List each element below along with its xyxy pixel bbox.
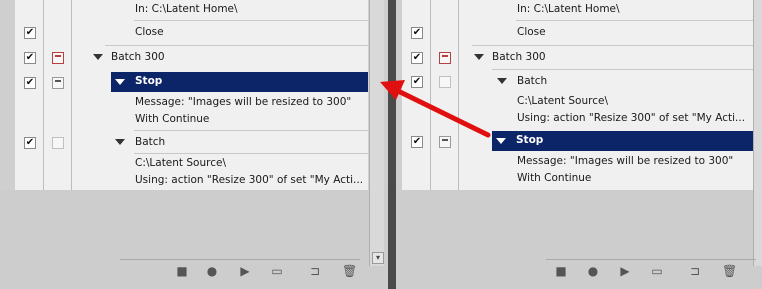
scroll-down-icon[interactable]: ▾	[372, 252, 384, 264]
list-item[interactable]: ✔ Close	[402, 22, 754, 44]
expand-triangle-icon[interactable]	[474, 54, 484, 60]
step-detail-text: Using: action "Resize 300" of set "My Ac…	[517, 112, 746, 124]
stop-icon[interactable]: ■	[175, 264, 189, 278]
step-detail-text: With Continue	[517, 172, 592, 184]
toggle-checkbox[interactable]: ✔	[24, 77, 36, 89]
action-step-label: Batch	[517, 75, 548, 87]
actions-panel-right: In: C:\Latent Home\ ✔ Close ✔ Batch 300 …	[396, 0, 762, 289]
action-step-label: Batch	[135, 136, 166, 148]
list-item[interactable]: ✔ Close	[15, 22, 368, 44]
dialog-toggle-icon[interactable]	[439, 52, 451, 64]
expand-triangle-icon[interactable]	[93, 54, 103, 60]
list-item[interactable]: ✔ Batch 300	[15, 47, 368, 69]
row-divider	[134, 20, 368, 21]
toggle-checkbox[interactable]: ✔	[24, 137, 36, 149]
expand-triangle-icon[interactable]	[497, 78, 507, 84]
action-step-label: Close	[517, 26, 546, 38]
row-divider	[134, 130, 368, 131]
action-name: Batch 300	[492, 51, 546, 63]
list-item: ✔	[15, 72, 111, 94]
play-icon[interactable]: ▶	[618, 264, 632, 278]
step-detail-text: With Continue	[135, 113, 210, 125]
list-item: With Continue	[15, 110, 368, 132]
expand-triangle-icon[interactable]	[115, 79, 125, 85]
list-item[interactable]: ✔ Batch	[402, 71, 754, 93]
row-divider	[492, 69, 754, 70]
list-item: With Continue	[402, 170, 754, 192]
dialog-toggle-icon[interactable]	[439, 136, 451, 148]
list-item[interactable]: ✔ Batch 300	[402, 47, 754, 69]
action-name: Batch 300	[111, 51, 165, 63]
action-step-label: Stop	[516, 134, 544, 146]
stop-icon[interactable]: ■	[554, 264, 568, 278]
new-set-icon[interactable]: ▭	[270, 264, 284, 278]
trash-icon[interactable]: 🗑	[722, 264, 737, 278]
step-detail-text: Using: action "Resize 300" of set "My Ac…	[135, 174, 364, 186]
vertical-scrollbar[interactable]	[753, 0, 762, 266]
toggle-checkbox[interactable]: ✔	[411, 76, 423, 88]
dialog-toggle-icon[interactable]	[52, 77, 64, 89]
action-step-label: In: C:\Latent Home\	[517, 3, 620, 15]
row-divider	[134, 153, 368, 154]
panel-toolbar: ■ ● ▶ ▭ ⊐ 🗑	[120, 259, 360, 284]
row-divider	[105, 45, 368, 46]
action-step-label: In: C:\Latent Home\	[135, 3, 238, 15]
action-step-label: Stop	[135, 75, 163, 87]
action-step-label: Close	[135, 26, 164, 38]
selected-step-row[interactable]: Stop	[111, 72, 368, 92]
actions-panel-left: In: C:\Latent Home\ ✔ Close ✔ Batch 300 …	[0, 0, 389, 289]
step-detail-text: C:\Latent Source\	[517, 95, 608, 107]
actions-list-right: In: C:\Latent Home\ ✔ Close ✔ Batch 300 …	[402, 0, 754, 190]
panel-toolbar: ■ ● ▶ ▭ ⊐ 🗑	[546, 259, 756, 284]
step-detail-text: Message: "Images will be resized to 300"	[517, 155, 734, 167]
dialog-toggle-icon[interactable]	[52, 137, 64, 149]
trash-icon[interactable]: 🗑	[342, 264, 357, 278]
record-icon[interactable]: ●	[586, 264, 600, 278]
vertical-scrollbar[interactable]: ▾	[369, 0, 384, 266]
new-action-icon[interactable]: ⊐	[308, 264, 322, 278]
row-divider	[516, 20, 754, 21]
list-item: ✔	[402, 131, 492, 153]
toggle-checkbox[interactable]: ✔	[24, 52, 36, 64]
toggle-checkbox[interactable]: ✔	[411, 136, 423, 148]
new-set-icon[interactable]: ▭	[650, 264, 664, 278]
expand-triangle-icon[interactable]	[496, 138, 506, 144]
step-detail-text: C:\Latent Source\	[135, 157, 226, 169]
list-item[interactable]: ✔ Batch	[15, 132, 368, 154]
step-detail-text: Message: "Images will be resized to 300"	[135, 96, 352, 108]
row-divider	[472, 45, 754, 46]
new-action-icon[interactable]: ⊐	[688, 264, 702, 278]
list-item: Using: action "Resize 300" of set "My Ac…	[402, 110, 754, 132]
dialog-toggle-icon[interactable]	[52, 52, 64, 64]
selected-step-row[interactable]: Stop	[492, 131, 754, 151]
expand-triangle-icon[interactable]	[115, 139, 125, 145]
record-icon[interactable]: ●	[205, 264, 219, 278]
toggle-checkbox[interactable]: ✔	[24, 27, 36, 39]
panel-divider	[388, 0, 396, 289]
toggle-checkbox[interactable]: ✔	[411, 52, 423, 64]
toggle-checkbox[interactable]: ✔	[411, 27, 423, 39]
play-icon[interactable]: ▶	[238, 264, 252, 278]
actions-list-left: In: C:\Latent Home\ ✔ Close ✔ Batch 300 …	[15, 0, 368, 190]
dialog-toggle-icon[interactable]	[439, 76, 451, 88]
